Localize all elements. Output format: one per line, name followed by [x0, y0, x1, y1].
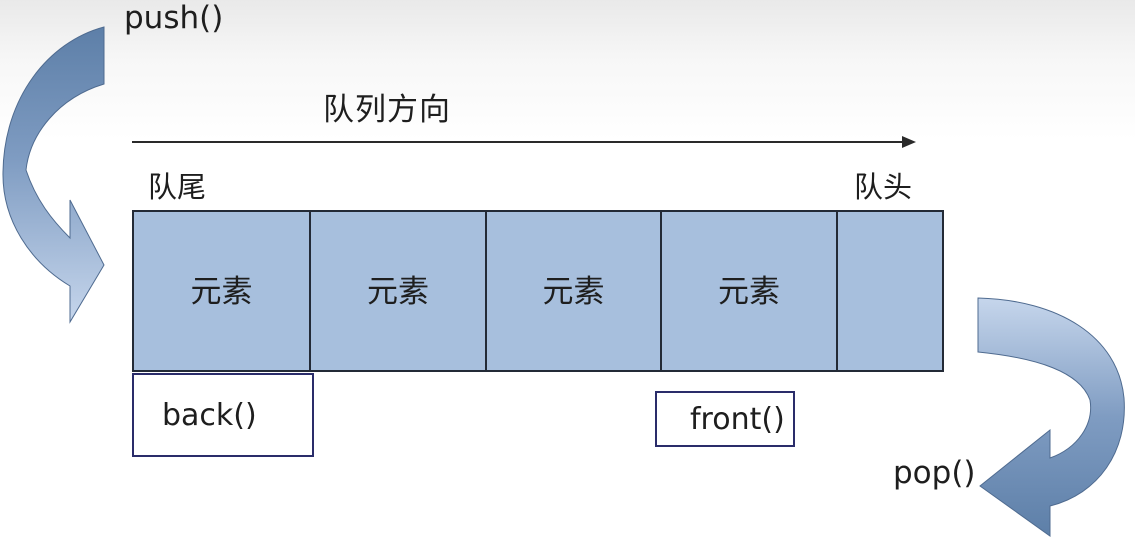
- queue-direction-label: 队列方向: [323, 92, 451, 128]
- queue-cell-label: 元素: [718, 273, 780, 310]
- queue-cell: 元素: [311, 212, 487, 370]
- push-label: push(): [124, 0, 224, 36]
- queue-cell-label: 元素: [542, 273, 605, 310]
- queue-tail-label: 队尾: [148, 170, 207, 204]
- pop-curved-arrow-icon: [977, 297, 1125, 537]
- queue-head-label: 队头: [854, 170, 913, 204]
- front-function-label: front(): [690, 401, 785, 437]
- queue-cell: 元素: [662, 212, 838, 370]
- queue-cell: 元素: [487, 212, 662, 370]
- queue-cell-empty: [838, 212, 942, 370]
- queue-cell-label: 元素: [367, 273, 429, 310]
- back-function-box: back(): [132, 373, 314, 457]
- back-function-label: back(): [162, 397, 257, 433]
- queue-cell: 元素: [134, 212, 311, 370]
- queue-container: 元素 元素 元素 元素: [132, 210, 944, 372]
- push-curved-arrow-icon: [2, 26, 105, 324]
- front-function-box: front(): [655, 391, 795, 447]
- arrow-right-icon: [902, 136, 916, 148]
- pop-label: pop(): [893, 455, 976, 491]
- queue-cell-label: 元素: [190, 273, 253, 310]
